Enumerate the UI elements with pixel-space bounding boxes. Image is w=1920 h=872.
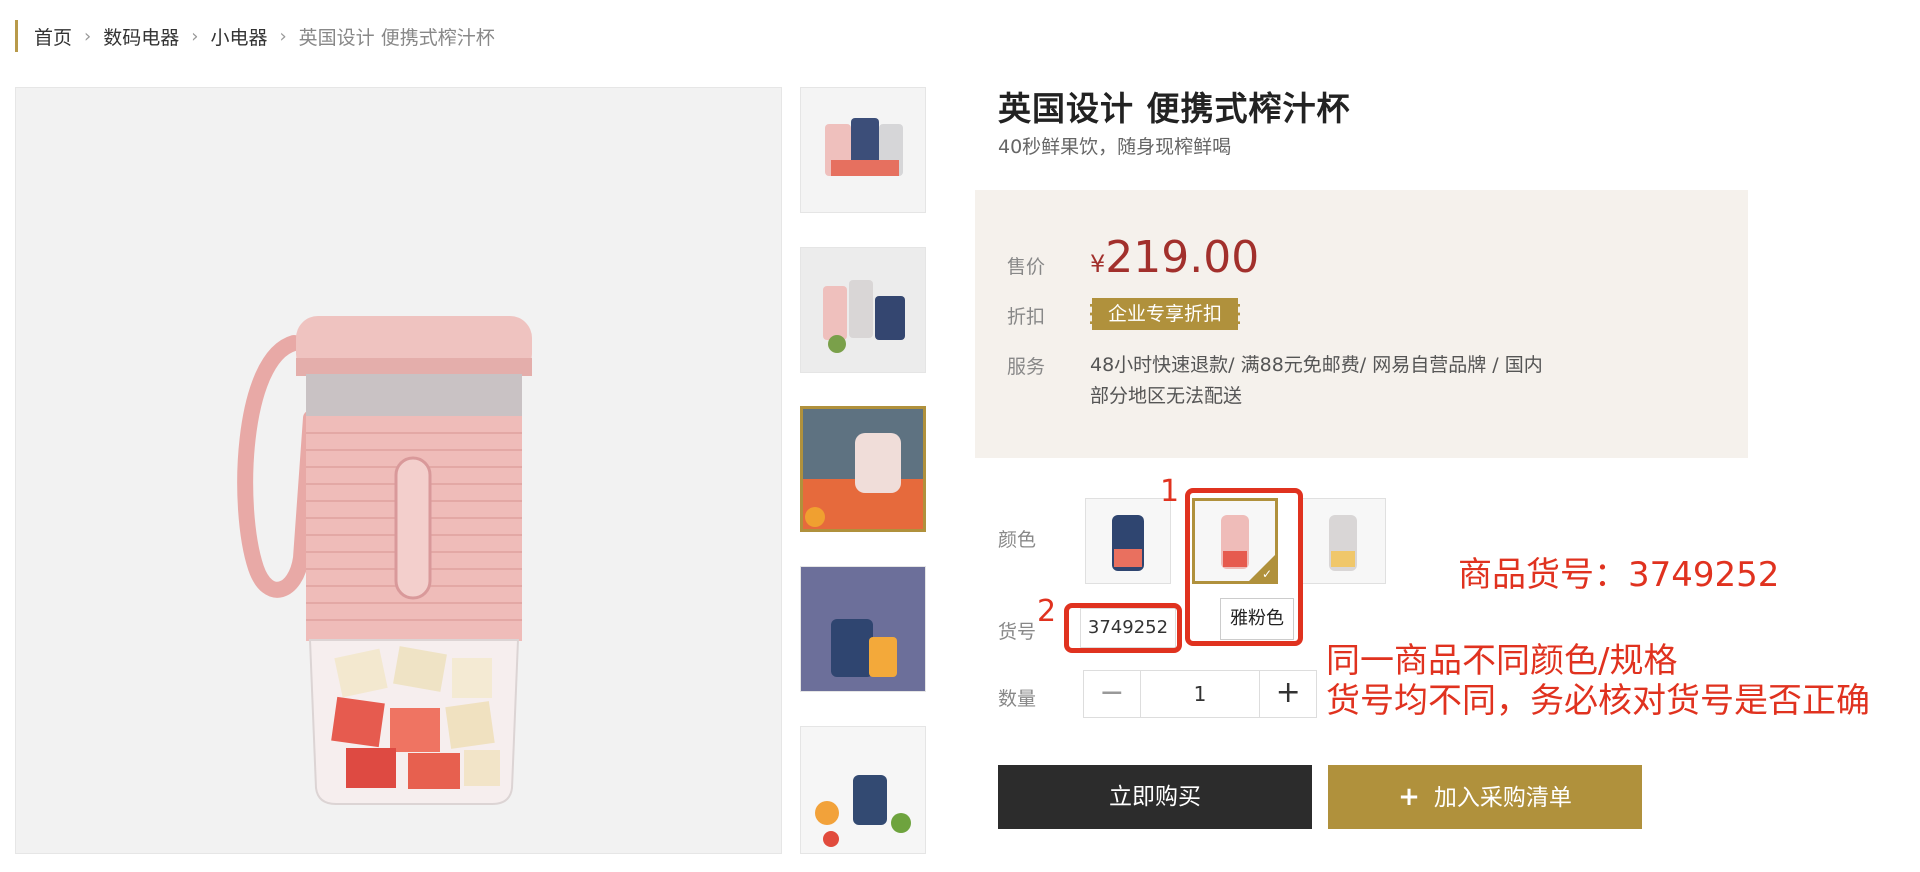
breadcrumb-home[interactable]: 首页: [34, 23, 72, 50]
annotation-line-1: 同一商品不同颜色/规格: [1326, 641, 1678, 681]
breadcrumb-current: 英国设计 便携式榨汁杯: [298, 26, 495, 49]
thumbnail-5[interactable]: [800, 726, 926, 854]
price: ¥219.00: [1090, 232, 1259, 283]
currency-symbol: ¥: [1090, 250, 1106, 278]
buy-now-button[interactable]: 立即购买: [998, 765, 1312, 829]
chevron-right-icon: ›: [191, 25, 199, 47]
service-text: 48小时快速退款/ 满88元免邮费/ 网易自营品牌 / 国内部分地区无法配送: [1090, 354, 1543, 407]
sku-label: 货号: [998, 621, 1037, 643]
annotation-frame-sku: [1064, 603, 1182, 653]
add-to-purchase-list-label: 加入采购清单: [1433, 785, 1572, 811]
breadcrumb-small-appliance[interactable]: 小电器: [210, 23, 267, 50]
discount-badge: 企业专享折扣: [1090, 298, 1241, 330]
discount-label: 折扣: [1007, 306, 1046, 328]
color-label: 颜色: [998, 529, 1037, 551]
chevron-right-icon: ›: [279, 25, 287, 47]
thumbnail-2[interactable]: [800, 247, 926, 373]
price-label: 售价: [1007, 256, 1046, 278]
annotation-marker-1: 1: [1160, 474, 1180, 509]
thumbnail-4[interactable]: [800, 566, 926, 692]
product-subtitle: 40秒鲜果饮，随身现榨鲜喝: [998, 136, 1232, 158]
annotation-marker-2: 2: [1037, 594, 1057, 629]
add-to-purchase-list-button[interactable]: + 加入采购清单: [1328, 765, 1642, 829]
breadcrumb: 首页 › 数码电器 › 小电器 › 英国设计 便携式榨汁杯: [15, 20, 495, 52]
quantity-input[interactable]: 1: [1139, 671, 1261, 717]
thumbnail-3[interactable]: [800, 406, 926, 532]
annotation-sku-note: 商品货号：3749252: [1458, 555, 1780, 595]
product-title: 英国设计 便携式榨汁杯: [998, 89, 1351, 128]
color-swatch-gray[interactable]: [1300, 498, 1386, 584]
chevron-right-icon: ›: [84, 25, 92, 47]
annotation-frame-color: [1185, 488, 1303, 646]
service-label: 服务: [1007, 356, 1046, 378]
annotation-line-2: 货号均不同，务必核对货号是否正确: [1326, 681, 1870, 721]
price-value: 219.00: [1105, 232, 1260, 283]
minus-icon[interactable]: −: [1084, 671, 1140, 717]
plus-icon: +: [1398, 782, 1420, 812]
color-swatch-navy[interactable]: [1085, 498, 1171, 584]
quantity-stepper: − 1 +: [1083, 670, 1317, 718]
plus-icon[interactable]: +: [1260, 671, 1316, 717]
product-main-image: [15, 87, 782, 854]
breadcrumb-digital[interactable]: 数码电器: [103, 23, 179, 50]
thumbnail-1[interactable]: [800, 87, 926, 213]
quantity-label: 数量: [998, 688, 1037, 710]
